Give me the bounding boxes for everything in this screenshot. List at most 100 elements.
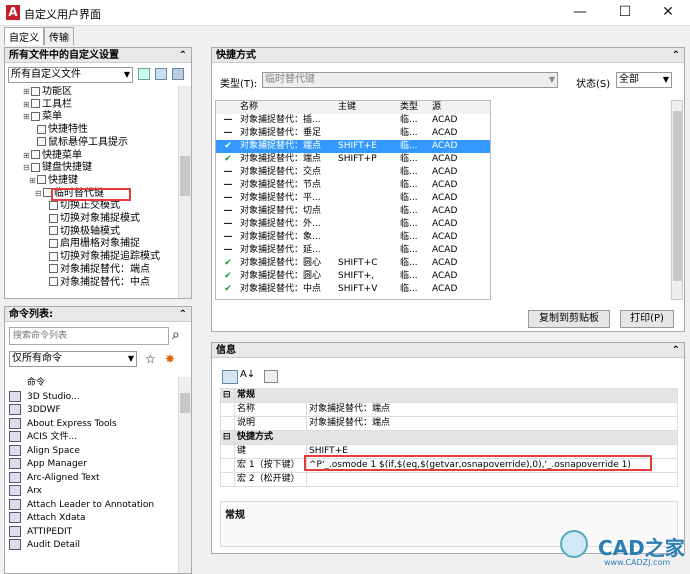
tree-item[interactable]: 切换极轴模式 (41, 226, 120, 238)
new-command-icon[interactable]: ✸ (165, 352, 175, 366)
column-header-type[interactable]: 类型 (398, 101, 430, 114)
description-label: 说明 (234, 416, 307, 431)
command-list-item[interactable]: 3DDWF (9, 404, 61, 417)
type-select[interactable]: 临时替代键 ▼ (262, 72, 558, 88)
command-list-scrollbar[interactable] (178, 377, 191, 573)
command-list-item[interactable]: ACIS 文件... (9, 431, 77, 444)
column-header-source[interactable]: 源 (430, 101, 490, 114)
description-value[interactable]: 对象捕捉替代：端点 (306, 416, 678, 431)
tree-item[interactable]: 快捷特性 (29, 124, 88, 136)
tree-item[interactable]: ⊞ 快捷菜单 (23, 150, 82, 162)
command-list-item[interactable]: ATTIPEDIT (9, 525, 72, 539)
command-list-item[interactable]: Audit Detail (9, 539, 80, 552)
table-row[interactable]: — 对象捕捉替代：平... 临... ACAD (216, 192, 490, 205)
search-icon[interactable]: ⌕ (172, 327, 180, 343)
tree-item[interactable]: ⊟ 键盘快捷键 (23, 162, 92, 174)
cell-type: 临... (400, 219, 418, 229)
tab-customize[interactable]: 自定义 (4, 27, 44, 45)
table-row[interactable]: ✔ 对象捕捉替代：端点 SHIFT+P 临... ACAD (216, 153, 490, 166)
table-row[interactable]: ✔ 对象捕捉替代：端点 SHIFT+E 临... ACAD (216, 140, 490, 153)
tree-item[interactable]: 切换对象捕捉追踪模式 (41, 251, 160, 263)
collapse-icon[interactable]: ⌃ (179, 48, 187, 63)
maximize-button[interactable]: ☐ (605, 2, 645, 22)
table-row[interactable]: ✔ 对象捕捉替代：圆心 SHIFT+, 临... ACAD (216, 270, 490, 283)
tree-item[interactable]: 对象捕捉替代：端点 (41, 264, 150, 276)
command-list-item[interactable]: Attach Leader to Annotation (9, 498, 154, 512)
collapse-icon[interactable]: ⌃ (672, 48, 680, 63)
scrollbar-thumb[interactable] (180, 393, 190, 413)
tree-item[interactable]: ⊞ 菜单 (23, 111, 62, 123)
table-row[interactable]: — 对象捕捉替代：象... 临... ACAD (216, 231, 490, 244)
table-row[interactable]: ✔ 对象捕捉替代：圆心 SHIFT+C 临... ACAD (216, 257, 490, 270)
command-list-item[interactable]: Attach Xdata (9, 512, 86, 525)
tree-item[interactable]: ⊞ 快捷键 (29, 175, 78, 187)
property-pages-icon[interactable] (264, 370, 278, 383)
table-row[interactable]: — 对象捕捉替代：外... 临... ACAD (216, 218, 490, 231)
expand-icon[interactable]: ⊞ (23, 111, 31, 123)
cell-type: 临... (400, 154, 418, 164)
command-list-item[interactable]: Align Space (9, 444, 80, 458)
tree-item[interactable]: ⊞ 工具栏 (23, 99, 72, 111)
star-icon[interactable]: ☆ (145, 352, 156, 366)
command-list-item[interactable]: Arx (9, 485, 42, 498)
file-select[interactable]: 所有自定义文件 ▼ (8, 67, 133, 83)
tree-item[interactable]: 切换正交模式 (41, 200, 120, 212)
expand-icon[interactable]: ⊞ (23, 99, 31, 111)
dash-icon: — (223, 115, 233, 125)
tree-item-label: 快捷菜单 (42, 149, 82, 161)
tree-scrollbar[interactable] (178, 86, 191, 298)
table-row[interactable]: — 对象捕捉替代：节点 临... ACAD (216, 179, 490, 192)
cell-src: ACAD (432, 115, 458, 125)
custom-files-icon[interactable] (172, 68, 184, 80)
tree-item[interactable]: 启用栅格对象捕捉 (41, 238, 140, 250)
command-icon (9, 498, 21, 510)
macro2-value[interactable] (306, 472, 678, 487)
tree-node-icon (49, 238, 58, 248)
table-row[interactable]: — 对象捕捉替代：插... 临... ACAD (216, 114, 490, 127)
command-filter-select[interactable]: 仅所有命令 ▼ (9, 351, 137, 367)
shortcuts-scrollbar[interactable] (671, 100, 683, 300)
categorized-icon[interactable] (222, 370, 238, 384)
dash-icon: — (223, 245, 233, 255)
table-row[interactable]: — 对象捕捉替代：交点 临... ACAD (216, 166, 490, 179)
collapse-icon[interactable]: ⊟ (220, 388, 235, 403)
tree-item[interactable]: ⊞ 功能区 (23, 86, 72, 98)
load-file-icon[interactable] (138, 68, 150, 80)
column-header-key[interactable]: 主键 (336, 101, 398, 114)
collapse-icon[interactable]: ⊟ (220, 430, 235, 445)
close-button[interactable]: ✕ (648, 2, 688, 22)
scrollbar-thumb[interactable] (673, 111, 682, 281)
cell-name: 对象捕捉替代：端点 (240, 154, 322, 164)
command-list-item[interactable]: About Express Tools (9, 417, 117, 431)
expand-icon[interactable]: ⊟ (23, 162, 31, 174)
table-row[interactable]: — 对象捕捉替代：延... 临... ACAD (216, 244, 490, 257)
tree-item[interactable]: 对象捕捉替代：中点 (41, 277, 150, 289)
column-header-name[interactable]: 名称 (238, 101, 336, 114)
tab-transfer[interactable]: 传输 (44, 27, 74, 45)
command-list-item[interactable]: App Manager (9, 458, 87, 471)
status-select[interactable]: 全部 ▼ (616, 72, 672, 88)
tree-item[interactable]: 鼠标悬停工具提示 (29, 137, 128, 149)
save-icon[interactable] (155, 68, 167, 80)
table-row[interactable]: ✔ 对象捕捉替代：中点 SHIFT+V 临... ACAD (216, 283, 490, 296)
collapse-icon[interactable]: ⌃ (179, 307, 187, 322)
tree-node-icon (49, 200, 58, 210)
command-search-input[interactable] (9, 327, 169, 345)
minimize-button[interactable]: — (560, 2, 600, 22)
expand-icon[interactable]: ⊞ (29, 175, 37, 187)
collapse-icon[interactable]: ⌃ (672, 343, 680, 358)
name-value[interactable]: 对象捕捉替代：端点 (306, 402, 678, 417)
expand-icon[interactable]: ⊞ (23, 86, 31, 98)
table-row[interactable]: — 对象捕捉替代：垂足 临... ACAD (216, 127, 490, 140)
command-list-item[interactable]: 命令 (9, 377, 45, 390)
expand-icon[interactable]: ⊞ (23, 150, 31, 162)
command-list-item[interactable]: Arc-Aligned Text (9, 471, 100, 485)
expand-icon[interactable]: ⊟ (35, 188, 43, 200)
tree-item[interactable]: 切换对象捕捉模式 (41, 213, 140, 225)
command-list-item[interactable]: 3D Studio... (9, 390, 80, 404)
print-button[interactable]: 打印(P) (620, 310, 674, 328)
table-row[interactable]: — 对象捕捉替代：切点 临... ACAD (216, 205, 490, 218)
sort-az-icon[interactable]: A↓ (240, 369, 255, 380)
scrollbar-thumb[interactable] (180, 156, 190, 196)
copy-to-clipboard-button[interactable]: 复制到剪贴板 (528, 310, 610, 328)
